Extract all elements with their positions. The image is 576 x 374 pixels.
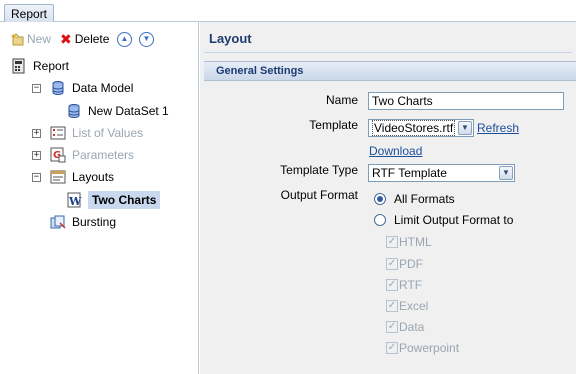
new-label: New (27, 32, 52, 46)
layouts-icon (50, 169, 66, 185)
list-icon (50, 125, 66, 141)
tree-label-layouts: Layouts (72, 170, 115, 184)
tree-item-data-model[interactable]: Data Model (50, 79, 133, 97)
all-formats-label: All Formats (394, 192, 455, 206)
tree-item-parameters[interactable]: G Parameters (50, 146, 134, 164)
template-select[interactable]: VideoStores.rtf ▼ (368, 119, 474, 137)
tree-item-dataset[interactable]: New DataSet 1 (66, 102, 169, 120)
download-link[interactable]: Download (369, 144, 422, 158)
section-header-general-settings: General Settings (204, 61, 576, 81)
svg-text:W: W (68, 195, 82, 208)
chevron-up-icon: ▲ (117, 31, 132, 47)
new-button[interactable]: ✶ New (10, 31, 51, 47)
tree-label-data-model: Data Model (72, 81, 134, 95)
template-type-label: Template Type (280, 163, 358, 177)
tree-label-dataset: New DataSet 1 (88, 104, 169, 118)
chevron-down-icon: ▼ (458, 121, 472, 135)
new-icon: ✶ (10, 32, 25, 47)
name-label: Name (325, 93, 358, 107)
tab-strip: Report (0, 0, 576, 23)
excel-checkbox[interactable]: ✓ (386, 300, 398, 312)
move-down-button[interactable]: ▼ (139, 31, 154, 47)
collapse-layouts-icon[interactable]: − (32, 173, 41, 182)
limit-formats-radio[interactable] (374, 214, 386, 226)
svg-text:✶: ✶ (10, 32, 17, 41)
template-type-select[interactable]: RTF Template ▼ (368, 164, 515, 182)
pdf-checkbox[interactable]: ✓ (386, 258, 398, 270)
template-label: Template (309, 118, 358, 132)
page-title: Layout (209, 31, 252, 46)
name-field[interactable]: Two Charts (368, 92, 564, 110)
tree-label-two-charts: Two Charts (88, 191, 161, 209)
excel-label: Excel (399, 299, 429, 313)
dataset-icon (66, 103, 82, 119)
rtf-layout-icon: W (66, 192, 82, 208)
expand-list-of-values-icon[interactable]: + (32, 129, 41, 138)
layout-editor-panel: Layout General Settings Name Two Charts … (200, 22, 576, 374)
report-icon (11, 58, 27, 74)
tree-item-list-of-values[interactable]: List of Values (50, 124, 143, 142)
chevron-down-icon: ▼ (139, 31, 154, 47)
tree-item-layouts[interactable]: Layouts (50, 168, 114, 186)
rtf-checkbox[interactable]: ✓ (386, 279, 398, 291)
data-checkbox[interactable]: ✓ (386, 321, 398, 333)
all-formats-radio[interactable] (374, 193, 386, 205)
template-select-value: VideoStores.rtf (372, 120, 456, 136)
pdf-label: PDF (399, 257, 423, 271)
bursting-icon (50, 214, 66, 230)
tree-label-report: Report (33, 59, 70, 73)
output-format-label: Output Format (280, 188, 358, 202)
collapse-data-model-icon[interactable]: − (32, 84, 41, 93)
data-label: Data (399, 320, 425, 334)
tree-item-report[interactable]: Report (11, 57, 69, 75)
limit-formats-label: Limit Output Format to (394, 213, 514, 227)
template-type-value: RTF Template (372, 166, 447, 180)
delete-icon: ✖ (60, 31, 72, 47)
tree-label-parameters: Parameters (72, 148, 135, 162)
powerpoint-label: Powerpoint (399, 341, 460, 355)
tree-item-bursting[interactable]: Bursting (50, 213, 116, 231)
refresh-link[interactable]: Refresh (477, 121, 519, 135)
html-label: HTML (399, 235, 432, 249)
section-title: General Settings (216, 65, 304, 77)
parameters-icon: G (50, 147, 66, 163)
html-checkbox[interactable]: ✓ (386, 236, 398, 248)
tree-item-two-charts[interactable]: W Two Charts (66, 191, 161, 209)
expand-parameters-icon[interactable]: + (32, 151, 41, 160)
tree-label-list-of-values: List of Values (72, 126, 144, 140)
title-divider (204, 52, 572, 53)
tree-label-bursting: Bursting (72, 215, 117, 229)
database-icon (50, 80, 66, 96)
rtf-label: RTF (399, 278, 423, 292)
delete-label: Delete (74, 32, 110, 46)
move-up-button[interactable]: ▲ (117, 31, 132, 47)
report-tree-panel: ✶ New ✖ Delete ▲ ▼ Report − Data Model N… (0, 22, 199, 374)
powerpoint-checkbox[interactable]: ✓ (386, 342, 398, 354)
chevron-down-icon: ▼ (499, 166, 513, 180)
tree-toolbar: ✶ New ✖ Delete ▲ ▼ (0, 22, 199, 52)
tab-report[interactable]: Report (4, 4, 55, 23)
delete-button[interactable]: ✖ Delete (60, 31, 109, 47)
